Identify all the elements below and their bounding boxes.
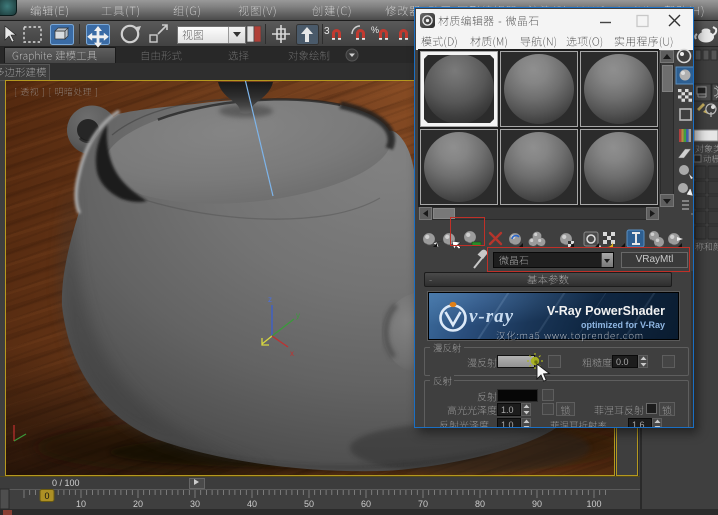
svg-text:x: x [290, 349, 294, 358]
svg-text:y: y [296, 311, 300, 320]
svg-text:z: z [268, 295, 272, 304]
